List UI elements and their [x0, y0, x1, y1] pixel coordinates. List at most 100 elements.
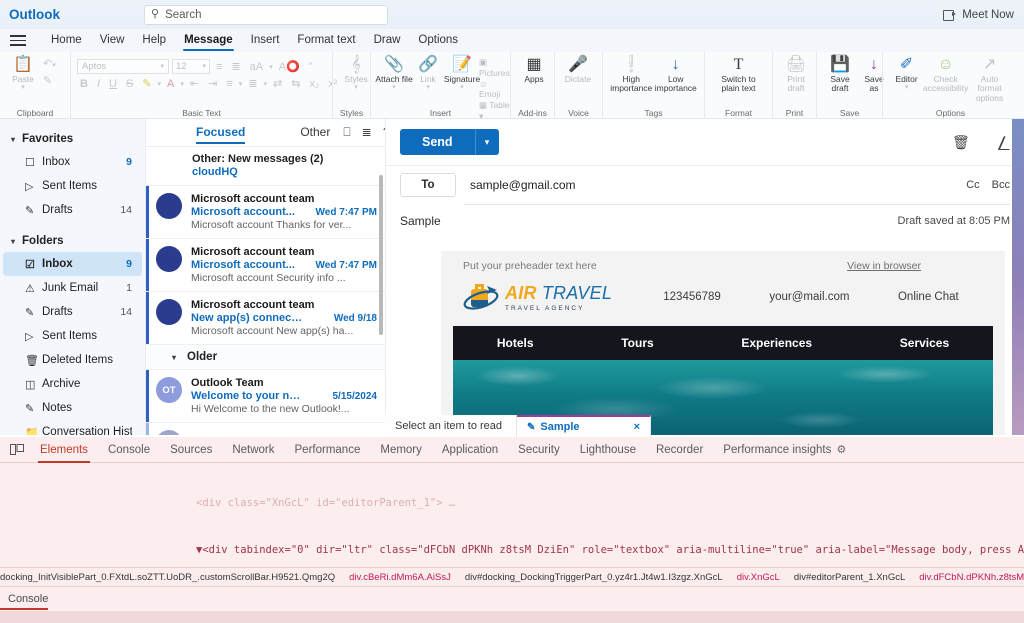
subject-input[interactable]: Sample: [400, 214, 441, 228]
reading-pane-icon[interactable]: ⎕: [343, 125, 350, 140]
devtools-tab-security[interactable]: Security: [508, 437, 570, 463]
bcc-button[interactable]: Bcc: [992, 179, 1010, 191]
list-item[interactable]: Microsoft account team Microsoft account…: [146, 186, 385, 239]
devtools-tab-recorder[interactable]: Recorder: [646, 437, 713, 463]
contact-chat[interactable]: Online Chat: [898, 291, 959, 303]
underline-button[interactable]: U: [106, 78, 120, 90]
message-list-scrollbar[interactable]: [379, 175, 383, 335]
styles-button[interactable]: 𝄞 Styles ▾: [339, 55, 373, 93]
tab-draw[interactable]: Draw: [365, 29, 410, 52]
signature-button[interactable]: 📝 Signature ▾: [445, 55, 479, 93]
sidebar-item-junk-email[interactable]: ⚠ Junk Email 1: [3, 276, 142, 300]
to-label-button[interactable]: To: [400, 173, 456, 197]
devtools-tab-performance[interactable]: Performance: [285, 437, 371, 463]
filter-icon[interactable]: ≣: [362, 125, 372, 140]
breadcrumb-item[interactable]: div.XnGcL: [737, 572, 780, 583]
breadcrumb-item[interactable]: div#docking_DockingTriggerPart_0.yz4r1.J…: [465, 572, 723, 583]
right-to-left-icon[interactable]: ⇆: [288, 77, 303, 90]
nav-experiences[interactable]: Experiences: [741, 336, 812, 350]
sidebar-item-inbox[interactable]: ☑ Inbox 9: [3, 252, 142, 276]
link-button[interactable]: 🔗 Link ▾: [411, 55, 445, 93]
pop-out-icon[interactable]: ⎳: [998, 134, 1010, 151]
tab-select-an-item-to-read[interactable]: Select an item to read: [385, 415, 517, 437]
paste-button[interactable]: 📋 Paste ▾: [6, 55, 40, 93]
close-icon[interactable]: ×: [634, 421, 640, 433]
devtools-tab-elements[interactable]: Elements: [30, 437, 98, 463]
list-item[interactable]: Microsoft account team New app(s) connec…: [146, 292, 385, 345]
font-color-icon[interactable]: A: [164, 78, 177, 90]
list-item[interactable]: [146, 423, 385, 435]
devtools-tab-console[interactable]: Console: [98, 437, 160, 463]
subscript-button[interactable]: x₂: [306, 78, 322, 90]
sidebar-item-fav-inbox[interactable]: ☐ Inbox 9: [3, 150, 142, 174]
bold-button[interactable]: B: [77, 78, 91, 90]
format-painter-icon[interactable]: ✎: [40, 74, 59, 87]
send-options-chevron-down-icon[interactable]: ▾: [475, 129, 499, 155]
sidebar-item-drafts[interactable]: ✎ Drafts 14: [3, 300, 142, 324]
contact-phone[interactable]: 123456789: [663, 291, 721, 303]
strikethrough-button[interactable]: S: [123, 78, 136, 90]
tab-format-text[interactable]: Format text: [288, 29, 364, 52]
sidebar-group-folders[interactable]: ▾ Folders: [0, 230, 145, 252]
section-header-older[interactable]: ▾ Older: [146, 345, 385, 370]
sidebar-item-deleted-items[interactable]: 🗑 Deleted Items: [3, 348, 142, 372]
align-icon[interactable]: ≡: [223, 78, 235, 90]
sidebar-item-fav-drafts[interactable]: ✎ Drafts 14: [3, 198, 142, 222]
send-button[interactable]: Send: [400, 129, 475, 155]
numbered-list-icon[interactable]: ≣: [228, 60, 243, 73]
low-importance-button[interactable]: ↓ Low importance: [654, 55, 699, 95]
sidebar-item-archive[interactable]: ◫ Archive: [3, 372, 142, 396]
breadcrumb-item[interactable]: div#editorParent_1.XnGcL: [794, 572, 905, 583]
sidebar-group-favorites[interactable]: ▾ Favorites: [0, 128, 145, 150]
discard-trash-icon[interactable]: 🗑: [952, 134, 970, 151]
quote-icon[interactable]: ”: [306, 61, 316, 73]
save-draft-button[interactable]: 💾 Save draft: [823, 55, 857, 95]
switch-to-plain-text-button[interactable]: T Switch to plain text: [711, 55, 766, 95]
tab-options[interactable]: Options: [409, 29, 467, 52]
apps-button[interactable]: ▦ Apps: [517, 55, 551, 85]
to-recipient-value[interactable]: sample@gmail.com: [470, 178, 576, 192]
hamburger-menu-icon[interactable]: [10, 32, 26, 49]
nav-services[interactable]: Services: [900, 336, 949, 350]
dictate-button[interactable]: 🎤 Dictate: [561, 55, 595, 85]
inspect-element-icon[interactable]: [4, 443, 30, 457]
devtools-tab-performance-insights[interactable]: Performance insights ⚙: [713, 437, 856, 463]
list-item[interactable]: Microsoft account team Microsoft account…: [146, 239, 385, 292]
font-size-select[interactable]: 12 ▾: [172, 59, 210, 74]
preheader-text[interactable]: Put your preheader text here: [463, 260, 597, 272]
tab-home[interactable]: Home: [42, 29, 91, 52]
devtools-tab-network[interactable]: Network: [222, 437, 284, 463]
increase-indent-icon[interactable]: ⇥: [205, 77, 220, 90]
sidebar-item-fav-sent[interactable]: ▷ Sent Items: [3, 174, 142, 198]
tab-help[interactable]: Help: [133, 29, 175, 52]
breadcrumb-item[interactable]: div.cBeRi.dMm6A.AiSsJ: [349, 572, 451, 583]
search-input[interactable]: ⚲ Search: [144, 5, 388, 25]
message-body-editor[interactable]: Put your preheader text here View in bro…: [441, 251, 1005, 435]
tab-sample-draft[interactable]: ✎Sample ×: [517, 415, 651, 437]
italic-button[interactable]: I: [94, 78, 103, 90]
change-case-icon[interactable]: aA: [247, 61, 266, 73]
nav-tours[interactable]: Tours: [621, 336, 653, 350]
check-accessibility-button[interactable]: ☺ Check accessibility: [924, 55, 967, 95]
devtools-tab-application[interactable]: Application: [432, 437, 508, 463]
tab-insert[interactable]: Insert: [242, 29, 289, 52]
breadcrumb-item[interactable]: docking_InitVisiblePart_0.FXtdL.soZTT.Uo…: [0, 572, 335, 583]
meet-now-button[interactable]: Meet Now: [943, 9, 1014, 21]
view-in-browser-link[interactable]: View in browser: [847, 260, 921, 272]
devtools-elements-tree[interactable]: <div class="XnGcL" id="editorParent_1"> …: [0, 463, 1024, 583]
pivot-focused[interactable]: Focused: [196, 125, 245, 141]
sidebar-item-conversation-history[interactable]: 📁 Conversation Histo...: [3, 420, 142, 435]
clear-formatting-icon[interactable]: A⭕: [276, 60, 303, 73]
bulleted-list-icon[interactable]: ≡: [213, 61, 225, 73]
nav-hotels[interactable]: Hotels: [497, 336, 534, 350]
pivot-other[interactable]: Other: [300, 125, 330, 141]
line-spacing-icon[interactable]: ≣: [245, 77, 260, 90]
other-messages-banner[interactable]: Other: New messages (2) cloudHQ: [146, 147, 385, 186]
print-draft-button[interactable]: 🖨 Print draft: [779, 55, 813, 95]
left-to-right-icon[interactable]: ⇄: [270, 77, 285, 90]
sidebar-item-notes[interactable]: ✎ Notes: [3, 396, 142, 420]
tab-view[interactable]: View: [91, 29, 134, 52]
devtools-tab-lighthouse[interactable]: Lighthouse: [570, 437, 646, 463]
font-name-select[interactable]: Aptos ▾: [77, 59, 169, 74]
undo-icon[interactable]: ↶▾: [40, 57, 59, 70]
